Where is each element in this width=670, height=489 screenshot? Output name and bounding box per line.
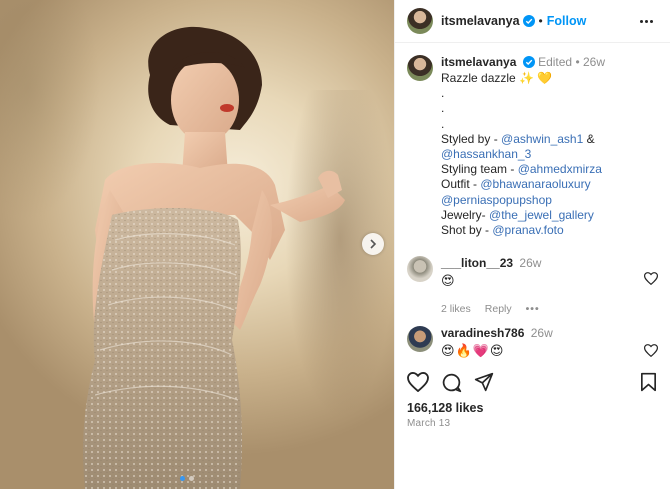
commenter-avatar[interactable] [407, 326, 433, 352]
caption-text: Razzle dazzle ✨ 💛... Styled by - @ashwin_… [441, 71, 605, 238]
comment-bubble-icon[interactable] [441, 372, 462, 393]
next-photo-button[interactable] [362, 233, 384, 255]
caption-line: Jewelry- @the_jewel_gallery [441, 207, 594, 222]
post-caption: itsmelavanya Edited • 26w Razzle dazzle … [407, 55, 657, 238]
comment-item: varadinesh786 26w 😍🔥💗😍 [407, 326, 657, 359]
caption-line: . [441, 116, 445, 131]
post-date: March 13 [407, 418, 451, 429]
verified-badge-icon [522, 15, 535, 27]
post-view: itsmelavanya • Follow itsmelavanya Edite… [0, 0, 670, 489]
heart-icon[interactable] [644, 344, 658, 357]
like-heart-icon[interactable] [407, 372, 429, 392]
commenter-username[interactable]: ___liton__23 [441, 256, 513, 270]
caption-line: Shot by - @pranav.foto [441, 223, 564, 238]
caption-author-username[interactable]: itsmelavanya [441, 55, 516, 69]
heart-icon[interactable] [644, 272, 658, 285]
chevron-right-icon [370, 239, 377, 249]
mention-link[interactable]: @the_jewel_gallery [489, 208, 594, 222]
post-actions [407, 372, 662, 396]
commenter-username[interactable]: varadinesh786 [441, 326, 524, 340]
reply-button[interactable]: Reply [485, 303, 512, 315]
bookmark-icon[interactable] [640, 372, 657, 392]
caption-line: . [441, 101, 445, 116]
caption-line: Styling team - @ahmedxmirza [441, 162, 602, 177]
carousel-dot [189, 476, 194, 481]
caption-author-avatar[interactable] [407, 55, 433, 81]
mention-link[interactable]: @hassankhan_3 [441, 147, 531, 161]
edited-label: Edited [538, 55, 573, 69]
commenter-avatar[interactable] [407, 256, 433, 282]
author-avatar[interactable] [407, 8, 433, 34]
carousel-dot-active [180, 476, 185, 481]
mention-link[interactable]: @pranav.foto [492, 223, 563, 237]
comment-likes[interactable]: 2 likes [441, 303, 471, 315]
verified-badge-icon [522, 56, 535, 68]
follow-button[interactable]: Follow [547, 14, 587, 28]
caption-line: @perniaspopupshop [441, 193, 605, 208]
comment-item: ___liton__23 26w 😍 2 likes Reply ••• [407, 256, 657, 315]
caption-age: 26w [583, 55, 606, 69]
likes-count[interactable]: 166,128 likes [407, 401, 483, 415]
caption-line: @hassankhan_3 [441, 147, 605, 162]
caption-line: Outfit - @bhawanaraoluxury [441, 177, 591, 192]
caption-line: Razzle dazzle ✨ 💛 [441, 71, 553, 85]
woman-in-gown-illustration [83, 26, 345, 489]
post-photo[interactable] [0, 0, 394, 489]
mention-link[interactable]: @bhawanaraoluxury [480, 177, 590, 191]
comment-options-button[interactable]: ••• [526, 303, 540, 315]
comment-text: 😍 [441, 273, 456, 288]
mention-link[interactable]: @ahmedxmirza [518, 162, 602, 176]
author-username[interactable]: itsmelavanya [441, 14, 520, 28]
comment-meta: 2 likes Reply ••• [441, 303, 541, 315]
comment-text: 😍🔥💗😍 [441, 343, 505, 358]
more-options-icon[interactable] [640, 13, 656, 29]
carousel-indicator [180, 476, 194, 481]
post-header: itsmelavanya • Follow [395, 0, 670, 43]
mention-link[interactable]: @perniaspopupshop [441, 193, 552, 207]
mention-link[interactable]: @ashwin_ash1 [501, 132, 583, 146]
caption-header: itsmelavanya Edited • 26w [441, 55, 606, 69]
caption-line: . [441, 86, 445, 101]
comment-time: 26w [530, 326, 553, 340]
separator-dot: • [538, 14, 543, 28]
paper-plane-icon[interactable] [474, 372, 494, 392]
comment-time: 26w [519, 256, 542, 270]
caption-line: Styled by - @ashwin_ash1 & [441, 131, 595, 146]
